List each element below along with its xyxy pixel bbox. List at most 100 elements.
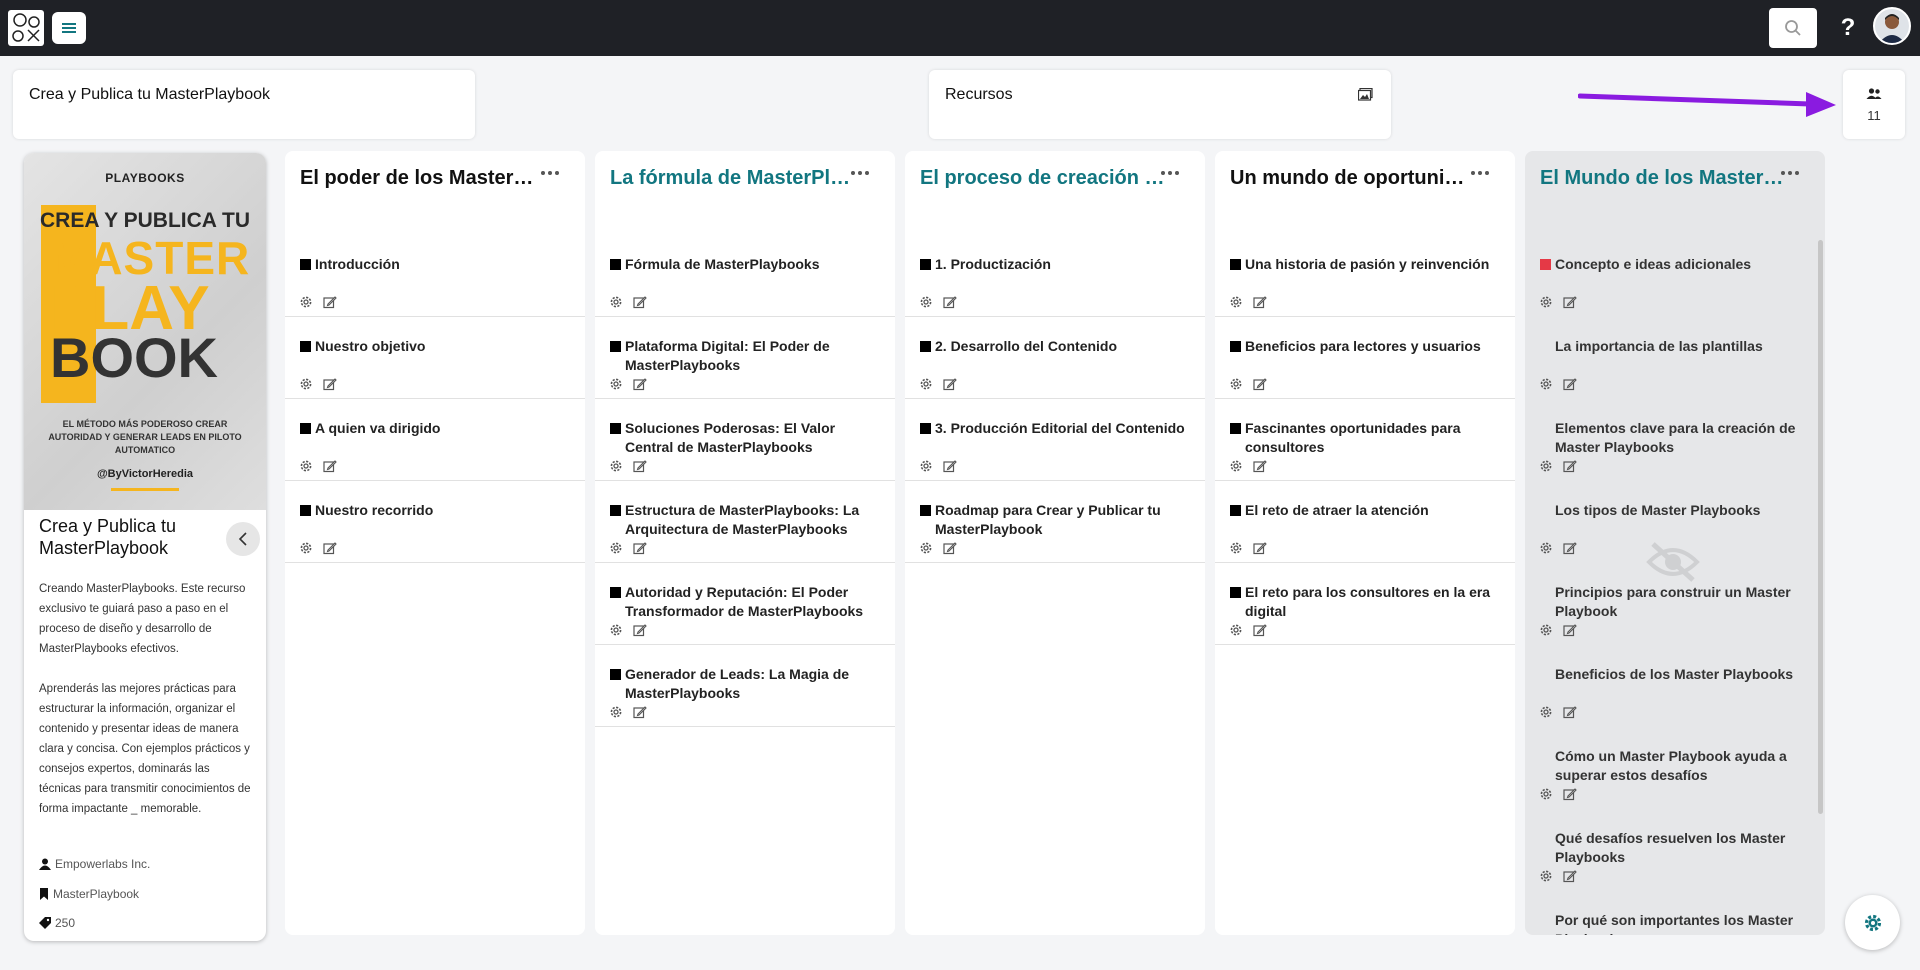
gear-icon[interactable] xyxy=(1539,623,1553,642)
edit-icon[interactable] xyxy=(943,541,957,560)
edit-icon[interactable] xyxy=(1253,541,1267,560)
list-item[interactable]: Introducción xyxy=(285,235,585,317)
list-item[interactable]: Cómo un Master Playbook ayuda a superar … xyxy=(1525,727,1825,809)
gear-icon[interactable] xyxy=(1539,295,1553,314)
column-more-button[interactable] xyxy=(1781,171,1799,175)
edit-icon[interactable] xyxy=(633,541,647,560)
edit-icon[interactable] xyxy=(943,459,957,478)
list-item[interactable]: Roadmap para Crear y Publicar tu MasterP… xyxy=(905,481,1205,563)
column-title[interactable]: El Mundo de los Master Playbooks xyxy=(1540,167,1786,193)
edit-icon[interactable] xyxy=(633,623,647,642)
gear-icon[interactable] xyxy=(609,459,623,478)
item-title[interactable]: Beneficios de los Master Playbooks xyxy=(1555,665,1810,684)
list-item[interactable]: Elementos clave para la creación de Mast… xyxy=(1525,399,1825,481)
item-title[interactable]: 3. Producción Editorial del Contenido xyxy=(935,419,1190,438)
edit-icon[interactable] xyxy=(633,295,647,314)
item-title[interactable]: Autoridad y Reputación: El Poder Transfo… xyxy=(625,583,880,621)
gear-icon[interactable] xyxy=(919,295,933,314)
item-title[interactable]: Fascinantes oportunidades para consultor… xyxy=(1245,419,1500,457)
list-item[interactable]: 1. Productización xyxy=(905,235,1205,317)
column-more-button[interactable] xyxy=(1471,171,1489,175)
menu-button[interactable] xyxy=(52,12,86,44)
item-title[interactable]: Una historia de pasión y reinvención xyxy=(1245,255,1500,274)
members-button[interactable]: 11 xyxy=(1843,70,1905,139)
search-button[interactable] xyxy=(1769,8,1817,48)
list-item[interactable]: Generador de Leads: La Magia de MasterPl… xyxy=(595,645,895,727)
column-title[interactable]: El proceso de creación y publicación xyxy=(920,167,1166,193)
list-item[interactable]: 2. Desarrollo del Contenido xyxy=(905,317,1205,399)
item-title[interactable]: Soluciones Poderosas: El Valor Central d… xyxy=(625,419,880,457)
edit-icon[interactable] xyxy=(943,377,957,396)
help-button[interactable]: ? xyxy=(1836,12,1860,44)
item-title[interactable]: Elementos clave para la creación de Mast… xyxy=(1555,419,1810,457)
list-item[interactable]: Plataforma Digital: El Poder de MasterPl… xyxy=(595,317,895,399)
gear-icon[interactable] xyxy=(609,541,623,560)
edit-icon[interactable] xyxy=(1253,459,1267,478)
list-item[interactable]: Beneficios para lectores y usuarios xyxy=(1215,317,1515,399)
edit-icon[interactable] xyxy=(323,295,337,314)
list-item[interactable]: Una historia de pasión y reinvención xyxy=(1215,235,1515,317)
gear-icon[interactable] xyxy=(1229,459,1243,478)
list-item[interactable]: Beneficios de los Master Playbooks xyxy=(1525,645,1825,727)
gear-icon[interactable] xyxy=(299,295,313,314)
column-title[interactable]: El poder de los MasterPlaybooks xyxy=(300,167,546,193)
list-item[interactable]: Autoridad y Reputación: El Poder Transfo… xyxy=(595,563,895,645)
gear-icon[interactable] xyxy=(1539,787,1553,806)
edit-icon[interactable] xyxy=(943,295,957,314)
gear-icon[interactable] xyxy=(919,541,933,560)
edit-icon[interactable] xyxy=(323,377,337,396)
list-item[interactable]: 3. Producción Editorial del Contenido xyxy=(905,399,1205,481)
column-scrollbar[interactable] xyxy=(1818,240,1823,814)
gear-icon[interactable] xyxy=(919,377,933,396)
gear-icon[interactable] xyxy=(609,377,623,396)
item-title[interactable]: 1. Productización xyxy=(935,255,1190,274)
gear-icon[interactable] xyxy=(1539,541,1553,560)
list-item[interactable]: La importancia de las plantillas xyxy=(1525,317,1825,399)
list-item[interactable]: Nuestro recorrido xyxy=(285,481,585,563)
list-item[interactable]: El reto para los consultores en la era d… xyxy=(1215,563,1515,645)
item-title[interactable]: Nuestro recorrido xyxy=(315,501,570,520)
gear-icon[interactable] xyxy=(299,541,313,560)
column-title[interactable]: Un mundo de oportunidades xyxy=(1230,167,1476,193)
item-title[interactable]: Nuestro objetivo xyxy=(315,337,570,356)
playbook-title-card[interactable]: Crea y Publica tu MasterPlaybook xyxy=(13,70,475,139)
item-title[interactable]: Cómo un Master Playbook ayuda a superar … xyxy=(1555,747,1810,785)
list-item[interactable]: Fascinantes oportunidades para consultor… xyxy=(1215,399,1515,481)
edit-icon[interactable] xyxy=(1563,541,1577,560)
edit-icon[interactable] xyxy=(1563,787,1577,806)
list-item[interactable]: Estructura de MasterPlaybooks: La Arquit… xyxy=(595,481,895,563)
item-title[interactable]: Los tipos de Master Playbooks xyxy=(1555,501,1810,520)
item-title[interactable]: A quien va dirigido xyxy=(315,419,570,438)
edit-icon[interactable] xyxy=(1563,705,1577,724)
list-item[interactable]: A quien va dirigido xyxy=(285,399,585,481)
gear-icon[interactable] xyxy=(1539,459,1553,478)
edit-icon[interactable] xyxy=(1563,869,1577,888)
image-gallery-icon[interactable] xyxy=(1358,88,1373,101)
gear-icon[interactable] xyxy=(1539,869,1553,888)
edit-icon[interactable] xyxy=(633,459,647,478)
item-title[interactable]: Concepto e ideas adicionales xyxy=(1555,255,1810,274)
list-item[interactable]: Soluciones Poderosas: El Valor Central d… xyxy=(595,399,895,481)
edit-icon[interactable] xyxy=(323,541,337,560)
item-title[interactable]: Por qué son importantes los Master Playb… xyxy=(1555,911,1810,935)
oox-logo-icon[interactable] xyxy=(8,10,44,46)
list-item[interactable]: Por qué son importantes los Master Playb… xyxy=(1525,891,1825,935)
edit-icon[interactable] xyxy=(1563,377,1577,396)
item-title[interactable]: La importancia de las plantillas xyxy=(1555,337,1810,356)
list-item[interactable]: Nuestro objetivo xyxy=(285,317,585,399)
item-title[interactable]: Introducción xyxy=(315,255,570,274)
collapse-cover-button[interactable] xyxy=(226,522,260,556)
item-title[interactable]: 2. Desarrollo del Contenido xyxy=(935,337,1190,356)
gear-icon[interactable] xyxy=(1229,377,1243,396)
item-title[interactable]: Estructura de MasterPlaybooks: La Arquit… xyxy=(625,501,880,539)
settings-fab-button[interactable] xyxy=(1845,895,1900,950)
gear-icon[interactable] xyxy=(1539,377,1553,396)
column-more-button[interactable] xyxy=(851,171,869,175)
gear-icon[interactable] xyxy=(609,295,623,314)
gear-icon[interactable] xyxy=(609,623,623,642)
item-title[interactable]: Generador de Leads: La Magia de MasterPl… xyxy=(625,665,880,703)
item-title[interactable]: Principios para construir un Master Play… xyxy=(1555,583,1810,621)
item-title[interactable]: Qué desafíos resuelven los Master Playbo… xyxy=(1555,829,1810,867)
item-title[interactable]: El reto de atraer la atención xyxy=(1245,501,1500,520)
column-title[interactable]: La fórmula de MasterPlaybooks xyxy=(610,167,856,193)
